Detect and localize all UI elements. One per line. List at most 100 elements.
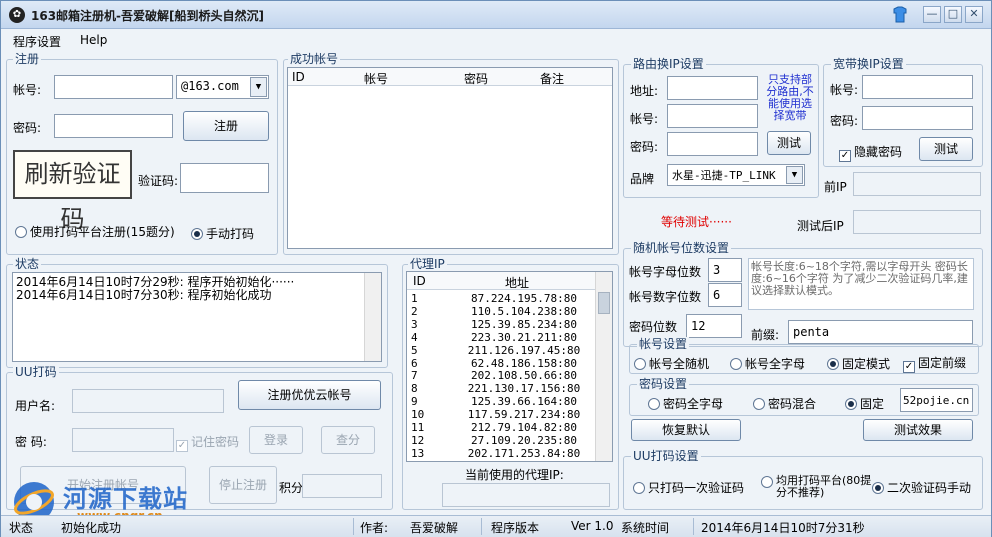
proxy-row[interactable]: 3 125.39.85.234:80 — [407, 318, 595, 331]
radio-all-platform[interactable]: 均用打码平台(80提分不推荐) — [761, 475, 874, 499]
router-addr-label: 地址: — [630, 84, 659, 98]
proxy-row[interactable]: 4 223.30.21.211:80 — [407, 331, 595, 344]
pwd-len-input[interactable] — [686, 314, 742, 338]
minimize-button[interactable]: — — [923, 6, 941, 23]
proxy-row-id: 10 — [411, 408, 425, 422]
radio-second-manual[interactable]: 二次验证码手动 — [872, 479, 971, 496]
captcha-input[interactable] — [180, 163, 269, 193]
uu-register-button[interactable]: 注册优优云帐号 — [238, 380, 381, 410]
chevron-down-icon: ▼ — [786, 166, 803, 184]
radio-pwd-fixed[interactable]: 固定 — [845, 395, 884, 412]
proxy-row[interactable]: 6 62.48.186.158:80 — [407, 357, 595, 370]
proxy-row[interactable]: 5 211.126.197.45:80 — [407, 344, 595, 357]
proxy-row[interactable]: 11 212.79.104.82:80 — [407, 421, 595, 434]
refresh-captcha-button[interactable]: 刷新验证码 — [13, 150, 132, 233]
shirt-icon[interactable] — [891, 6, 909, 23]
radio-account-letters[interactable]: 帐号全字母 — [730, 355, 805, 372]
proxy-row[interactable]: 13 202.171.253.84:80 — [407, 447, 595, 460]
points-input[interactable] — [302, 474, 382, 498]
after-ip-input[interactable] — [853, 210, 981, 234]
uu-pwd-label: 密 码: — [15, 435, 47, 449]
password-input[interactable] — [54, 114, 173, 138]
proxy-row-address: 202.108.50.66:80 — [471, 369, 577, 383]
router-test-button[interactable]: 测试 — [767, 131, 811, 155]
proxy-row[interactable]: 2 110.5.104.238:80 — [407, 305, 595, 318]
radio-platform-register[interactable]: 使用打码平台注册(15题分) — [15, 223, 175, 240]
proxy-row[interactable]: 9 125.39.66.164:80 — [407, 395, 595, 408]
radio-pwd-letters[interactable]: 密码全字母 — [648, 395, 723, 412]
prefix-label: 前缀: — [751, 328, 780, 342]
radio-account-fixed[interactable]: 固定模式 — [827, 355, 890, 372]
radio-manual-captcha[interactable]: 手动打码 — [191, 225, 254, 242]
uu-query-button[interactable]: 查分 — [321, 426, 375, 454]
proxy-row-id: 1 — [411, 292, 418, 305]
proxy-row[interactable]: 12 27.109.20.235:80 — [407, 434, 595, 447]
status-log[interactable]: 2014年6月14日10时7分29秒: 程序开始初始化······ 2014年6… — [12, 272, 382, 362]
maximize-button[interactable]: □ — [944, 6, 962, 23]
register-group-label: 注册 — [13, 52, 42, 66]
letters-input[interactable] — [708, 258, 742, 282]
close-button[interactable]: ✕ — [965, 6, 983, 23]
account-input[interactable] — [54, 75, 173, 99]
length-note: 帐号长度:6~18个字符,需以字母开头 密码长度:6~16个字符 为了减少二次验… — [748, 258, 974, 310]
prefix-input[interactable] — [788, 320, 973, 344]
status-scrollbar[interactable] — [364, 273, 381, 361]
uu-login-button[interactable]: 登录 — [249, 426, 303, 454]
proxy-row-address: 87.224.195.78:80 — [471, 292, 577, 305]
col-proxy-id: ID — [413, 274, 426, 288]
status-line: 2014年6月14日10时7分30秒: 程序初始化成功 — [16, 288, 272, 302]
brand-select[interactable]: 水星-迅捷-TP_LINK ▼ — [667, 164, 805, 186]
fixed-prefix-checkbox[interactable]: ✓ 固定前缀 — [903, 354, 966, 373]
router-acct-input[interactable] — [667, 104, 758, 128]
bb-test-button[interactable]: 测试 — [919, 137, 973, 161]
digits-label: 帐号数字位数 — [629, 290, 702, 304]
proxy-row[interactable]: 1 87.224.195.78:80 — [407, 292, 595, 305]
radio-account-random[interactable]: 帐号全随机 — [634, 355, 709, 372]
proxy-row-address: 223.30.21.211:80 — [471, 330, 577, 344]
remember-password-checkbox[interactable]: ✓ 记住密码 — [176, 433, 239, 452]
digits-input[interactable] — [708, 283, 742, 307]
uu-pwd-input[interactable] — [72, 428, 174, 452]
after-ip-label: 测试后IP — [797, 219, 844, 233]
menu-help[interactable]: Help — [80, 33, 107, 47]
proxy-row-id: 3 — [411, 317, 418, 331]
proxy-row-address: 221.130.17.156:80 — [467, 382, 581, 396]
radio-pwd-mixed[interactable]: 密码混合 — [753, 395, 816, 412]
reset-default-button[interactable]: 恢复默认 — [631, 419, 741, 441]
uu-user-input[interactable] — [72, 389, 224, 413]
hide-password-checkbox[interactable]: ✓ 隐藏密码 — [839, 143, 902, 162]
proxy-table[interactable]: ID 地址 1 87.224.195.78:80 2 110.5.104.238:80… — [406, 271, 613, 462]
radio-account-letters-label: 帐号全字母 — [745, 357, 806, 371]
proxy-row-address: 27.109.20.235:80 — [471, 433, 577, 447]
menu-settings[interactable]: 程序设置 — [13, 33, 61, 50]
col-note: 备注 — [540, 72, 565, 86]
domain-select[interactable]: @163.com ▼ — [176, 75, 269, 99]
bb-acct-input[interactable] — [862, 75, 973, 99]
router-acct-label: 帐号: — [630, 112, 659, 126]
proxy-scrollbar[interactable] — [595, 272, 612, 461]
title-bar: ✿ 163邮箱注册机-吾爱破解[船到桥头自然沉] — □ ✕ — [1, 1, 991, 29]
test-effect-button[interactable]: 测试效果 — [863, 419, 973, 441]
radio-once-captcha[interactable]: 只打码一次验证码 — [633, 479, 744, 496]
proxy-row[interactable]: 8 221.130.17.156:80 — [407, 382, 595, 395]
router-addr-input[interactable] — [667, 76, 758, 100]
proxy-row[interactable]: 7 202.108.50.66:80 — [407, 369, 595, 382]
current-proxy-input[interactable] — [442, 483, 610, 507]
brand-label: 品牌 — [630, 172, 655, 186]
radio-all-platform-label: 均用打码平台(80提分不推荐) — [776, 474, 872, 499]
prev-ip-input[interactable] — [853, 172, 981, 196]
bb-pwd-input[interactable] — [862, 106, 973, 130]
proxy-row-id: 2 — [411, 304, 418, 318]
router-pwd-input[interactable] — [667, 132, 758, 156]
proxy-row[interactable]: 10 117.59.217.234:80 — [407, 408, 595, 421]
register-button[interactable]: 注册 — [183, 111, 269, 141]
scroll-thumb[interactable] — [598, 292, 610, 314]
main-window: ✿ 163邮箱注册机-吾爱破解[船到桥头自然沉] — □ ✕ 程序设置 Help… — [0, 0, 992, 537]
router-group-label: 路由换IP设置 — [631, 57, 706, 71]
radio-pwd-letters-label: 密码全字母 — [663, 397, 724, 411]
proxy-row-address: 211.126.197.45:80 — [467, 343, 581, 357]
password-label: 密码: — [13, 121, 42, 135]
fixed-password-input[interactable] — [900, 388, 973, 412]
success-table[interactable]: ID 帐号 密码 备注 — [287, 67, 613, 249]
points-label: 积分 — [279, 481, 304, 495]
